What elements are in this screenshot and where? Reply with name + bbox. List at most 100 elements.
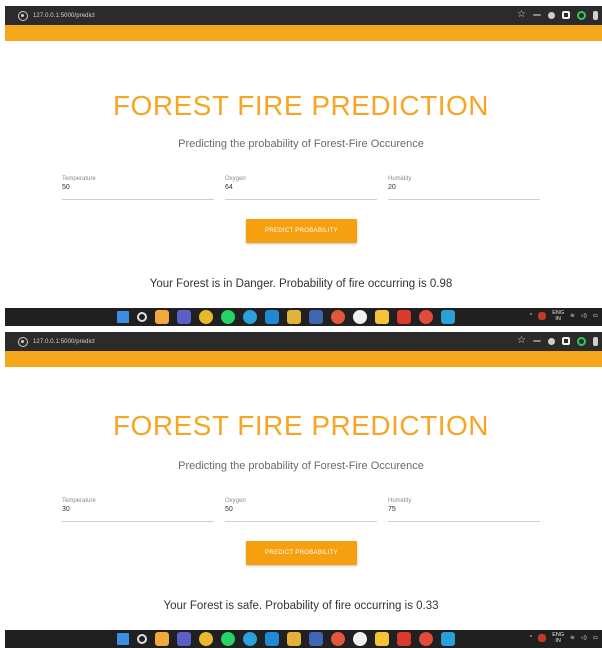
humidity-field[interactable]: Humidity 20	[388, 176, 540, 200]
extension-icon[interactable]	[533, 340, 541, 342]
tray-app-icon[interactable]	[538, 634, 547, 642]
tray-app-icon[interactable]	[538, 312, 547, 320]
extension-icon[interactable]	[562, 337, 570, 345]
predict-probability-button[interactable]: PREDICT PROBABILITY	[246, 541, 357, 565]
url-text[interactable]: 127.0.0.1:5000/predict	[33, 13, 95, 19]
battery-icon[interactable]: ▭	[593, 313, 598, 319]
screenshot-safe: 127.0.0.1:5000/predict ☆ FOREST FIRE PRE…	[0, 326, 602, 648]
bookmark-star-icon[interactable]: ☆	[517, 9, 526, 21]
humidity-value[interactable]: 75	[388, 506, 396, 513]
taskbar-apps	[117, 310, 455, 324]
search-icon[interactable]	[137, 312, 147, 322]
app-icon[interactable]	[287, 310, 301, 324]
volume-icon[interactable]: ◁)	[581, 313, 587, 319]
humidity-value[interactable]: 20	[388, 184, 396, 191]
search-icon[interactable]	[137, 634, 147, 644]
oxygen-value[interactable]: 64	[225, 184, 233, 191]
windows-taskbar: ^ ENG IN ≋ ◁) ▭	[5, 630, 602, 648]
screenshot-danger: 127.0.0.1:5000/predict ☆ FOREST FIRE PRE…	[0, 0, 602, 326]
app-icon[interactable]	[155, 310, 169, 324]
extension-icon[interactable]	[577, 336, 586, 346]
temperature-field[interactable]: Temperature 50	[62, 176, 214, 200]
browser-toolbar-right: ☆	[517, 335, 598, 347]
extension-icon[interactable]	[548, 337, 555, 345]
wifi-icon[interactable]: ≋	[570, 313, 575, 319]
windows-start-icon[interactable]	[117, 633, 129, 645]
file-explorer-icon[interactable]	[375, 310, 389, 324]
teams-icon[interactable]	[177, 310, 191, 324]
temperature-value[interactable]: 50	[62, 184, 70, 191]
vscode-icon[interactable]	[265, 632, 279, 646]
temperature-field[interactable]: Temperature 30	[62, 498, 214, 522]
app-icon[interactable]	[353, 632, 367, 646]
vscode-icon[interactable]	[265, 310, 279, 324]
whatsapp-icon[interactable]	[221, 310, 235, 324]
chevron-up-icon[interactable]: ^	[530, 313, 533, 319]
extension-icon[interactable]	[577, 10, 586, 20]
temperature-value[interactable]: 30	[62, 506, 70, 513]
humidity-label: Humidity	[388, 498, 412, 504]
wifi-icon[interactable]: ≋	[570, 635, 575, 641]
app-icon[interactable]	[155, 632, 169, 646]
app-icon[interactable]	[331, 632, 345, 646]
page-subtitle: Predicting the probability of Forest-Fir…	[178, 138, 424, 150]
app-icon[interactable]	[331, 310, 345, 324]
system-tray: ^ ENG IN ≋ ◁) ▭	[530, 310, 598, 322]
lang-region: IN	[555, 638, 561, 644]
app-icon[interactable]	[287, 632, 301, 646]
teams-icon[interactable]	[177, 632, 191, 646]
bookmark-star-icon[interactable]: ☆	[517, 335, 526, 347]
temperature-label: Temperature	[62, 498, 96, 504]
predict-probability-button[interactable]: PREDICT PROBABILITY	[246, 219, 357, 243]
browser-toolbar-right: ☆	[517, 9, 598, 21]
oxygen-label: Oxygen	[225, 498, 246, 504]
prediction-result: Your Forest is safe. Probability of fire…	[163, 600, 439, 612]
pdf-icon[interactable]	[397, 310, 411, 324]
page-title: FOREST FIRE PREDICTION	[112, 410, 490, 441]
app-icon[interactable]	[309, 310, 323, 324]
app-icon[interactable]	[441, 310, 455, 324]
battery-icon[interactable]: ▭	[593, 635, 598, 641]
sidebar-toggle-icon[interactable]	[593, 336, 598, 346]
language-indicator[interactable]: ENG IN	[552, 310, 564, 322]
volume-icon[interactable]: ◁)	[581, 635, 587, 641]
oxygen-field[interactable]: Oxygen 64	[225, 176, 377, 200]
chrome-icon[interactable]	[199, 310, 213, 324]
app-icon[interactable]	[309, 632, 323, 646]
whatsapp-icon[interactable]	[221, 632, 235, 646]
humidity-label: Humidity	[388, 176, 412, 182]
oxygen-field[interactable]: Oxygen 50	[225, 498, 377, 522]
browser-address-bar[interactable]: 127.0.0.1:5000/predict ☆	[5, 332, 602, 351]
chrome-icon[interactable]	[199, 632, 213, 646]
telegram-icon[interactable]	[243, 632, 257, 646]
app-icon[interactable]	[419, 632, 433, 646]
url-text[interactable]: 127.0.0.1:5000/predict	[33, 339, 95, 345]
extension-icon[interactable]	[548, 11, 555, 19]
extension-icon[interactable]	[562, 11, 570, 19]
file-explorer-icon[interactable]	[375, 632, 389, 646]
windows-start-icon[interactable]	[117, 311, 129, 323]
browser-address-bar[interactable]: 127.0.0.1:5000/predict ☆	[5, 6, 602, 25]
sidebar-toggle-icon[interactable]	[593, 10, 598, 20]
page-header-band	[5, 351, 602, 367]
pdf-icon[interactable]	[397, 632, 411, 646]
oxygen-label: Oxygen	[225, 176, 246, 182]
windows-taskbar: ^ ENG IN ≋ ◁) ▭	[5, 308, 602, 326]
oxygen-value[interactable]: 50	[225, 506, 233, 513]
app-icon[interactable]	[353, 310, 367, 324]
app-icon[interactable]	[419, 310, 433, 324]
page-subtitle: Predicting the probability of Forest-Fir…	[178, 460, 424, 472]
page-header-band	[5, 25, 602, 41]
language-indicator[interactable]: ENG IN	[552, 632, 564, 644]
lang-region: IN	[555, 316, 561, 322]
site-info-icon[interactable]	[18, 336, 28, 347]
temperature-label: Temperature	[62, 176, 96, 182]
telegram-icon[interactable]	[243, 310, 257, 324]
app-icon[interactable]	[441, 632, 455, 646]
site-info-icon[interactable]	[18, 10, 28, 21]
chevron-up-icon[interactable]: ^	[530, 635, 533, 641]
system-tray: ^ ENG IN ≋ ◁) ▭	[530, 632, 598, 644]
extension-icon[interactable]	[533, 14, 541, 16]
humidity-field[interactable]: Humidity 75	[388, 498, 540, 522]
taskbar-apps	[117, 632, 455, 646]
